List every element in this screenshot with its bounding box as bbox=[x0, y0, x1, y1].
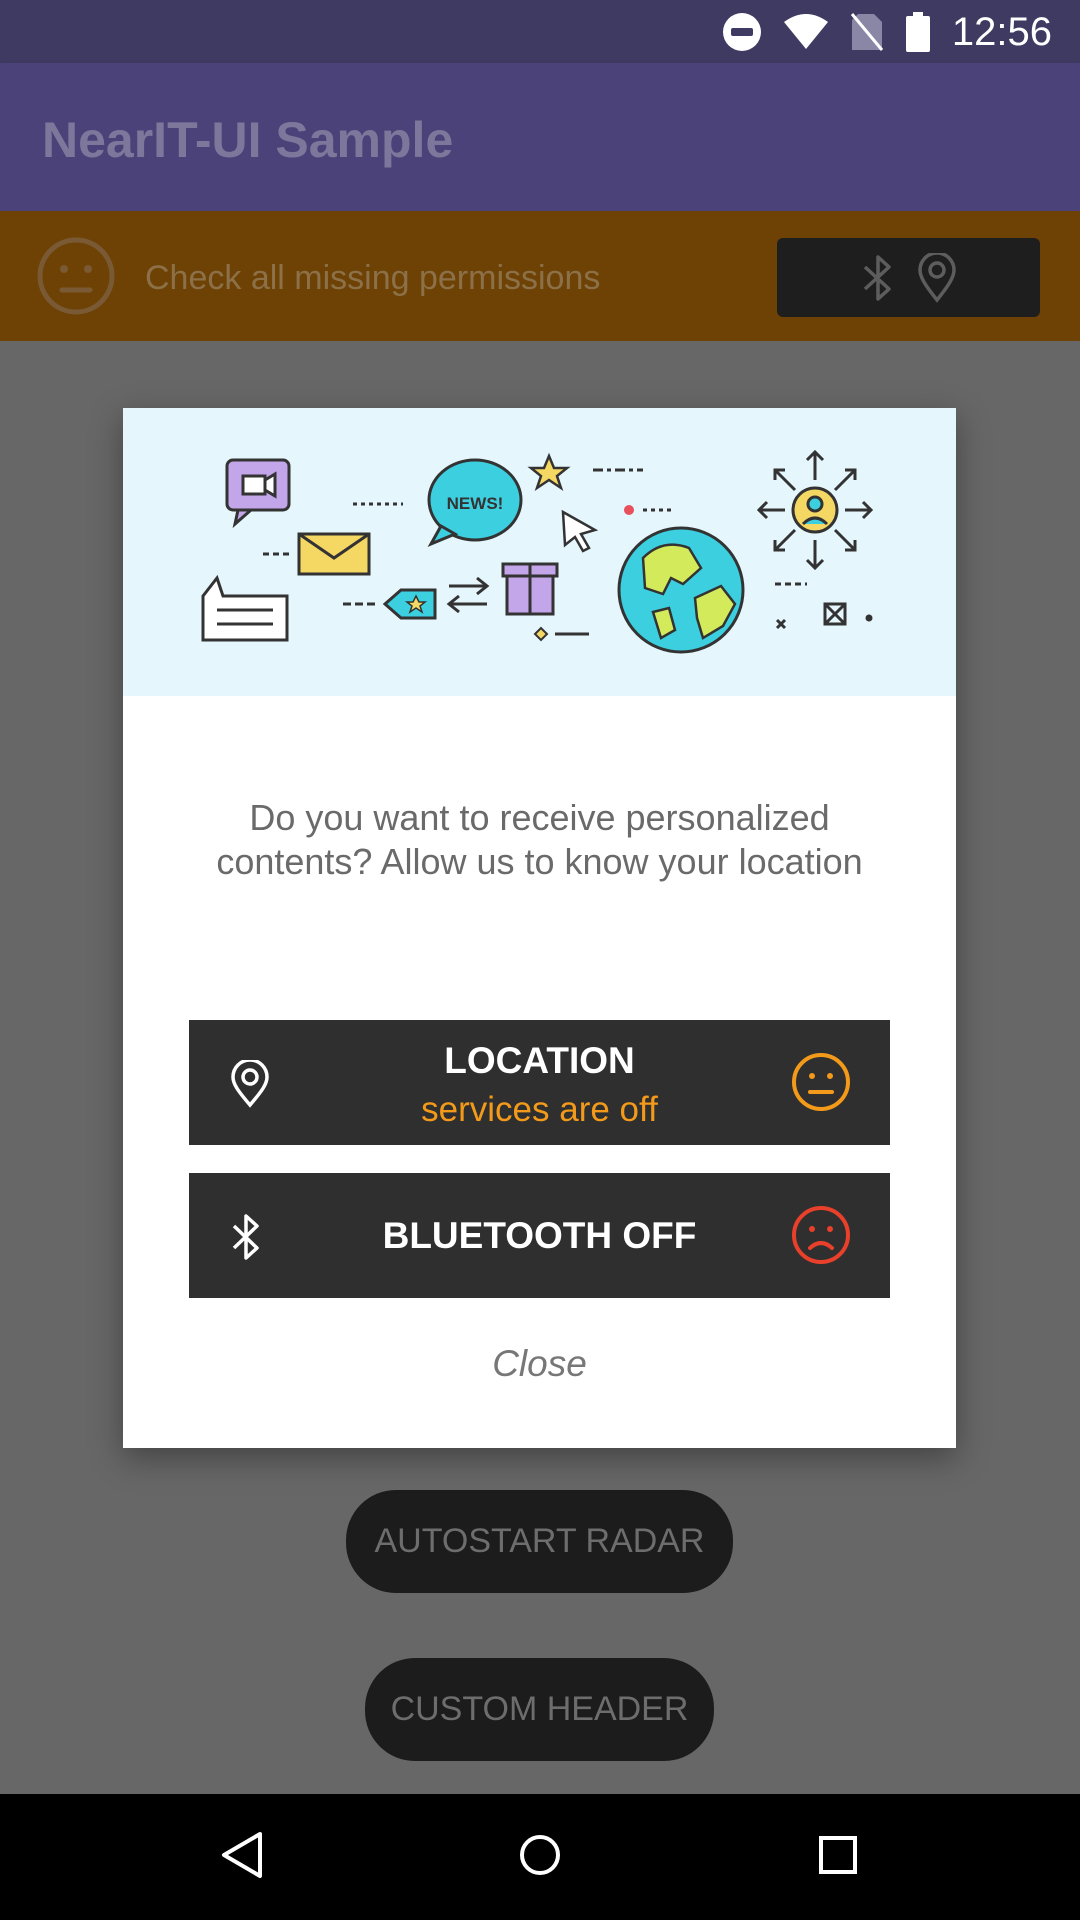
home-icon[interactable] bbox=[518, 1830, 562, 1880]
star-icon bbox=[527, 452, 571, 492]
dialog-hero-illustration: NEWS! bbox=[123, 408, 956, 696]
bluetooth-permission-button[interactable]: BLUETOOTH OFF bbox=[189, 1173, 890, 1298]
back-icon[interactable] bbox=[220, 1830, 264, 1880]
dialog-message: Do you want to receive personalized cont… bbox=[216, 797, 863, 882]
people-network-icon bbox=[756, 449, 874, 630]
status-time: 12:56 bbox=[951, 9, 1052, 54]
transfer-arrows-icon bbox=[446, 576, 490, 614]
custom-header-button[interactable]: CUSTOM HEADER bbox=[365, 1658, 714, 1761]
close-button[interactable]: Close bbox=[123, 1343, 956, 1385]
sad-face-icon bbox=[792, 1206, 850, 1264]
news-bubble-icon: NEWS! bbox=[353, 458, 523, 548]
status-bar: 12:56 bbox=[0, 0, 1080, 63]
app-bar: NearIT-UI Sample bbox=[0, 63, 1080, 211]
gift-icon bbox=[501, 562, 559, 616]
recents-icon[interactable] bbox=[816, 1830, 860, 1880]
bluetooth-title: BLUETOOTH OFF bbox=[382, 1215, 697, 1256]
do-not-disturb-icon bbox=[722, 13, 761, 51]
neutral-face-icon bbox=[37, 237, 115, 315]
location-title: LOCATION bbox=[444, 1040, 635, 1081]
location-permission-button[interactable]: LOCATION services are off bbox=[189, 1020, 890, 1145]
permission-message: Check all missing permissions bbox=[145, 259, 601, 297]
navigation-bar bbox=[0, 1794, 1080, 1920]
app-title: NearIT-UI Sample bbox=[42, 112, 454, 168]
video-chat-icon bbox=[225, 458, 291, 529]
wifi-icon bbox=[783, 14, 828, 49]
permission-button[interactable] bbox=[777, 238, 1040, 317]
cursor-icon bbox=[561, 509, 599, 553]
battery-icon bbox=[905, 12, 930, 52]
permission-dialog: NEWS! Do you want to receive personalize… bbox=[123, 408, 956, 1448]
envelope-icon bbox=[263, 532, 371, 576]
permission-bar[interactable]: Check all missing permissions bbox=[0, 211, 1080, 341]
location-pin-icon bbox=[917, 252, 956, 303]
globe-icon bbox=[617, 526, 745, 654]
autostart-radar-button[interactable]: AUTOSTART RADAR bbox=[346, 1490, 733, 1593]
news-badge-text: NEWS! bbox=[447, 494, 504, 513]
price-tag-icon bbox=[343, 588, 437, 620]
bluetooth-icon bbox=[863, 254, 891, 301]
neutral-face-icon bbox=[792, 1053, 850, 1111]
no-sim-icon bbox=[850, 13, 884, 51]
message-card-icon bbox=[201, 574, 289, 642]
location-subtitle: services are off bbox=[421, 1090, 658, 1129]
